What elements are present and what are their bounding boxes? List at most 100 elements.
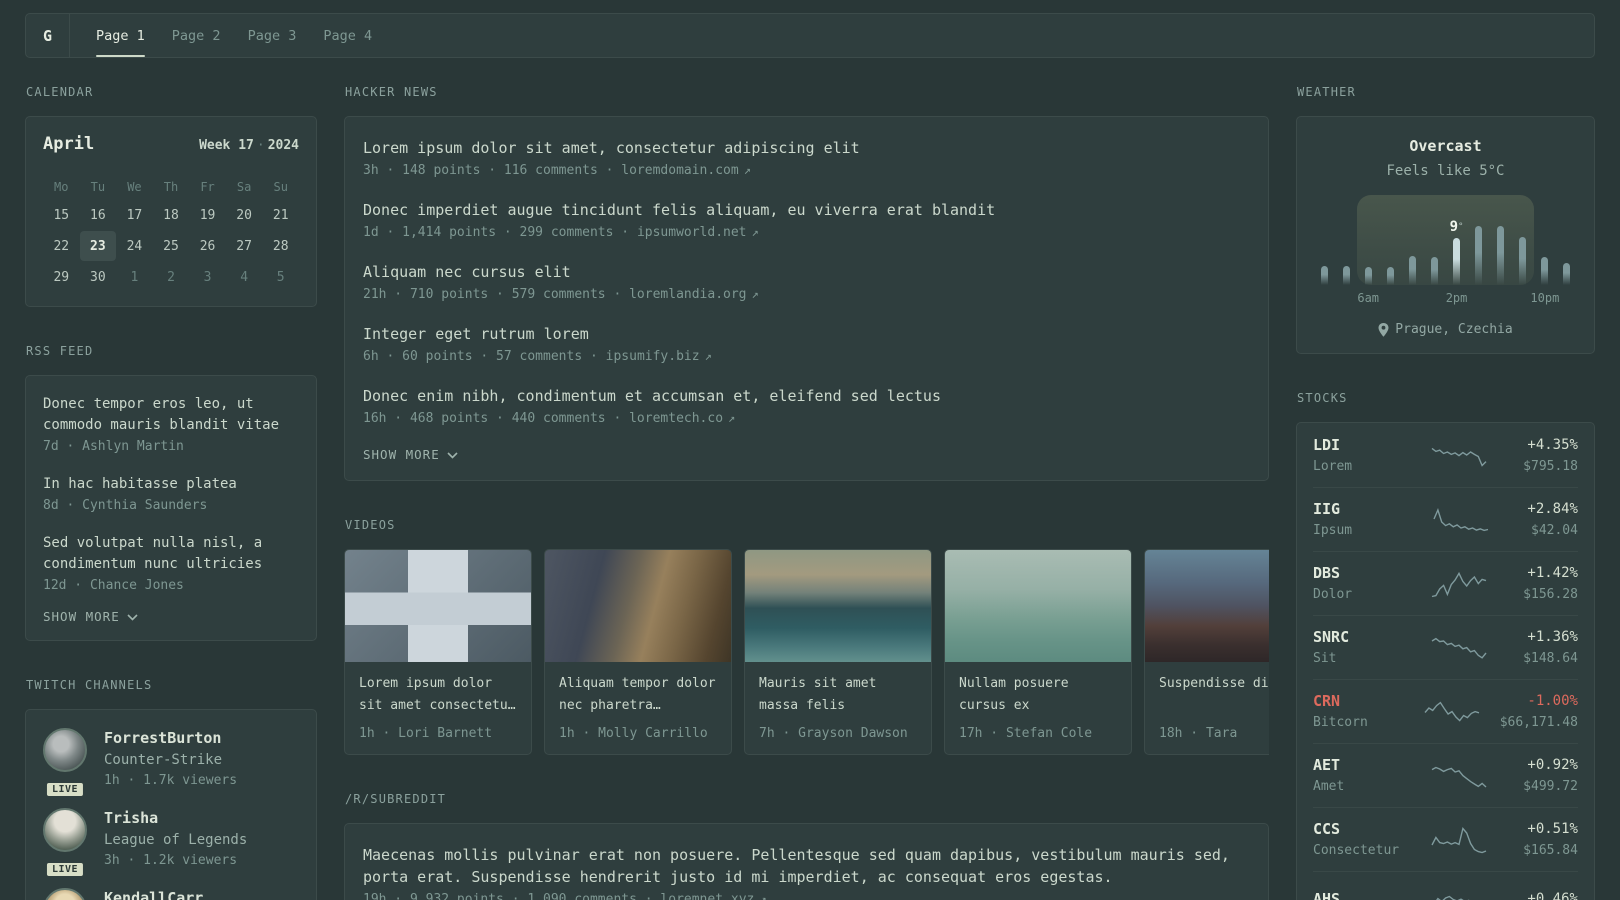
stock-right: +2.84% $42.04	[1527, 500, 1578, 538]
feed-story-meta-text: 16h · 468 points · 440 comments ·	[363, 411, 630, 426]
video-card[interactable]: Mauris sit amet massa felis 7h · Grayson …	[744, 549, 932, 755]
stock-sparkline	[1435, 895, 1470, 900]
stock-price: $66,171.48	[1499, 715, 1578, 730]
avatar	[43, 888, 87, 900]
rss-item-title[interactable]: Donec tempor eros leo, ut commodo mauris…	[43, 394, 299, 436]
stock-sparkline	[1432, 571, 1487, 598]
twitch-list: LIVE ForrestBurton Counter-Strike 1h · 1.7k…	[43, 728, 299, 900]
app-logo[interactable]: G	[26, 14, 70, 57]
video-card[interactable]: Lorem ipsum dolor sit amet consectetu… 1h…	[344, 549, 532, 755]
calendar-day: 15	[53, 207, 70, 223]
weather-feels-like: Feels like 5°C	[1386, 163, 1505, 179]
twitch-channel-meta: 1h · 1.7k viewers	[104, 773, 238, 788]
rss-item: Sed volutpat nulla nisl, a condimentum n…	[43, 533, 299, 593]
hackernews-show-more-button[interactable]: SHOW MORE	[363, 447, 1250, 462]
feed-story-domain-link[interactable]: loremtech.co	[629, 411, 723, 426]
weather-bar	[1519, 237, 1527, 285]
weather-bar	[1430, 257, 1438, 285]
feed-story-meta: 21h · 710 points · 579 comments · loreml…	[363, 287, 1250, 302]
weather-card: Overcast Feels like 5°C 9° 6am 2pm 10pm Pr…	[1296, 116, 1595, 354]
video-card-body: Lorem ipsum dolor sit amet consectetu… 1h…	[345, 662, 531, 754]
calendar-day: 24	[126, 238, 143, 254]
twitch-channel-info: KendallCarr	[104, 888, 203, 900]
feed-story-title[interactable]: Donec enim nibh, condimentum et accumsan…	[363, 385, 1250, 407]
video-card[interactable]: Nullam posuere cursus ex 17h · Stefan Col…	[944, 549, 1132, 755]
weather-bar	[1364, 267, 1372, 285]
stock-row[interactable]: AET Amet +0.92% $499.72	[1313, 743, 1578, 807]
stock-ticker: AHS	[1313, 889, 1341, 900]
rss-item-title[interactable]: Sed volutpat nulla nisl, a condimentum n…	[43, 533, 299, 575]
feed-story-meta: 1d · 1,414 points · 299 comments · ipsum…	[363, 225, 1250, 240]
section-header: RSS FEED	[26, 344, 94, 358]
feed-story-title[interactable]: Aliquam nec cursus elit	[363, 261, 1250, 283]
feed-story-title[interactable]: Donec imperdiet augue tincidunt felis al…	[363, 199, 1250, 221]
location-pin-icon	[1378, 322, 1389, 337]
weather-bar-slot: 9°	[1445, 195, 1467, 285]
weather-bar-slot	[1379, 195, 1401, 285]
stock-row[interactable]: LDI Lorem +4.35% $795.18	[1313, 424, 1578, 487]
avatar	[43, 808, 87, 852]
video-card-body: Aliquam tempor dolor nec pharetra… 1h · M…	[545, 662, 731, 754]
weather-current-temp-value: 9	[1449, 219, 1459, 236]
twitch-avatar-wrap: LIVE	[43, 728, 87, 799]
feed-story-title[interactable]: Lorem ipsum dolor sit amet, consectetur …	[363, 137, 1250, 159]
feed-story-title[interactable]: Integer eget rutrum lorem	[363, 323, 1250, 345]
external-link-icon: ↗	[743, 163, 751, 177]
feed-story: Aliquam nec cursus elit 21h · 710 points …	[363, 261, 1250, 302]
section-hackernews: HACKER NEWS Lorem ipsum dolor sit amet, …	[344, 85, 1269, 481]
section-videos: VIDEOS Lorem ipsum dolor sit amet consec…	[344, 518, 1269, 755]
rss-show-more-button[interactable]: SHOW MORE	[43, 609, 299, 624]
feed-story-domain-link[interactable]: loremdomain.com	[621, 163, 738, 178]
stocks-card: LDI Lorem +4.35% $795.18 IIG Ipsum +2.84% $42.0…	[1296, 422, 1595, 900]
twitch-channel-game: Counter-Strike	[104, 752, 223, 768]
nav-tab-page-4[interactable]: Page 4	[323, 14, 372, 57]
weather-location: Prague, Czechia	[1313, 322, 1578, 337]
weather-bar	[1563, 263, 1571, 285]
calendar-day: 4	[240, 269, 249, 285]
stock-name: Sit	[1313, 651, 1337, 666]
rss-item-meta: 7d · Ashlyn Martin	[43, 439, 184, 454]
rss-item-meta: 8d · Cynthia Saunders	[43, 498, 208, 513]
twitch-channel[interactable]: LIVE ForrestBurton Counter-Strike 1h · 1.7k…	[43, 728, 299, 799]
stock-right: +0.46%	[1527, 890, 1578, 900]
feed-story-domain-link[interactable]: ipsumworld.net	[637, 225, 747, 240]
calendar-day: 27	[236, 238, 252, 254]
video-card[interactable]: Suspendisse diam 18h · Tara	[1144, 549, 1269, 755]
stock-row[interactable]: CRN Bitcorn -1.00% $66,171.48	[1313, 679, 1578, 743]
feed-story-meta-text: 3h · 148 points · 116 comments ·	[363, 163, 622, 178]
nav-tabs: Page 1 Page 2 Page 3 Page 4	[96, 14, 372, 57]
video-card[interactable]: Aliquam tempor dolor nec pharetra… 1h · M…	[544, 549, 732, 755]
calendar-day: 5	[276, 269, 285, 285]
left-column: CALENDAR April Week 17 · 2024 Mo Tu We Th Fr Sa…	[25, 85, 317, 900]
weather-time-label: 2pm	[1445, 291, 1468, 305]
stock-row[interactable]: SNRC Sit +1.36% $148.64	[1313, 615, 1578, 679]
videos-row: Lorem ipsum dolor sit amet consectetu… 1h…	[344, 549, 1269, 755]
stock-change: -1.00%	[1527, 693, 1578, 709]
section-header: VIDEOS	[345, 518, 396, 532]
stock-name: Bitcorn	[1313, 715, 1368, 730]
nav-tab-page-3[interactable]: Page 3	[248, 14, 297, 57]
feed-story-meta-text: 19h · 9,932 points · 1,090 comments ·	[363, 892, 661, 900]
stock-row[interactable]: CCS Consectetur +0.51% $165.84	[1313, 807, 1578, 871]
calendar-day: 2	[167, 269, 175, 285]
feed-story-domain-link[interactable]: loremlandia.org	[629, 287, 746, 302]
nav-tab-page-1[interactable]: Page 1	[96, 14, 145, 57]
stock-ticker: IIG	[1313, 500, 1341, 518]
show-more-label: SHOW MORE	[43, 609, 120, 624]
stock-row[interactable]: IIG Ipsum +2.84% $42.04	[1313, 487, 1578, 551]
video-title: Nullam posuere cursus ex	[959, 676, 1069, 713]
nav-tab-page-2[interactable]: Page 2	[172, 14, 221, 57]
stock-row[interactable]: DBS Dolor +1.42% $156.28	[1313, 551, 1578, 615]
feed-story-meta: 16h · 468 points · 440 comments · loremt…	[363, 411, 1250, 426]
feed-story-domain-link[interactable]: ipsumify.biz	[606, 349, 700, 364]
rss-item-title[interactable]: In hac habitasse platea	[43, 474, 299, 495]
feed-story: Donec enim nibh, condimentum et accumsan…	[363, 385, 1250, 426]
twitch-channel[interactable]: LIVE Trisha League of Legends 3h · 1.2k vie…	[43, 808, 299, 879]
stock-row[interactable]: AHS +0.46%	[1313, 871, 1578, 900]
calendar-day: 29	[53, 269, 70, 285]
calendar-day: 21	[272, 207, 289, 223]
calendar-year: 2024	[267, 138, 299, 153]
feed-story-title[interactable]: Maecenas mollis pulvinar erat non posuer…	[363, 844, 1250, 888]
feed-story-domain-link[interactable]: loremnet.xyz	[660, 892, 754, 900]
twitch-channel[interactable]: LIVE KendallCarr	[43, 888, 299, 900]
